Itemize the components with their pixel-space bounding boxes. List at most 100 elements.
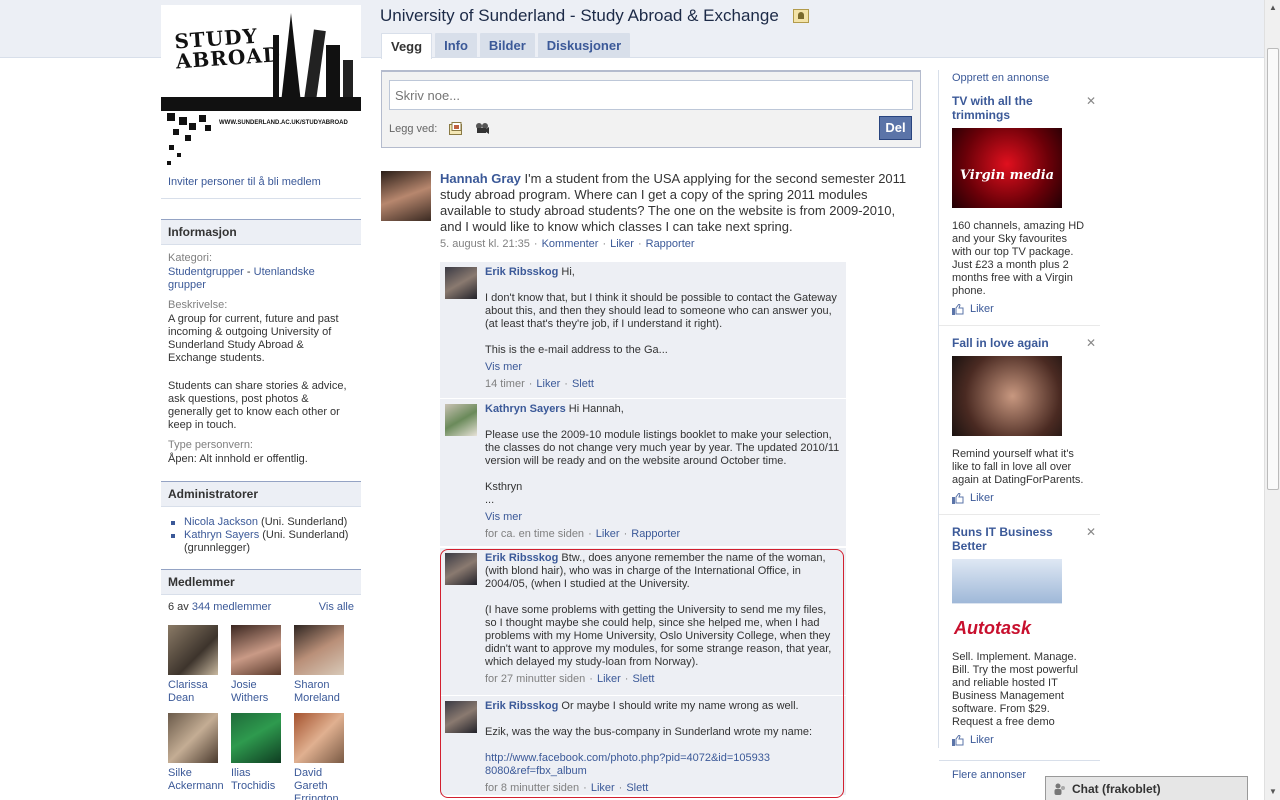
create-ad-link[interactable]: Opprett en annonse: [939, 70, 1100, 84]
chat-bar[interactable]: Chat (frakoblet): [1045, 776, 1248, 800]
attach-label: Legg ved:: [389, 122, 438, 135]
admin-link[interactable]: Kathryn Sayers: [184, 529, 259, 541]
member-photo[interactable]: [294, 713, 344, 763]
ad: TV with all the trimmings ✕ Virgin media…: [939, 84, 1100, 326]
comment-avatar[interactable]: [445, 701, 477, 733]
ad-like[interactable]: Liker: [952, 733, 1088, 746]
member-card[interactable]: Josie Withers: [231, 625, 294, 705]
comment-author-link[interactable]: Erik Ribsskog: [485, 266, 558, 278]
member-name-link[interactable]: David Gareth Errington: [294, 767, 339, 800]
close-icon[interactable]: ✕: [1086, 525, 1096, 539]
close-icon[interactable]: ✕: [1086, 94, 1096, 108]
admin-link[interactable]: Nicola Jackson: [184, 516, 258, 528]
member-card[interactable]: Sharon Moreland: [294, 625, 357, 705]
comment-delete-link[interactable]: Slett: [572, 378, 594, 390]
comment-text: Ezik, was the way the bus-company in Sun…: [485, 726, 813, 738]
page-title-row: University of Sunderland - Study Abroad …: [380, 6, 809, 26]
post-input[interactable]: [389, 80, 913, 110]
ad-title-link[interactable]: Runs IT Business Better: [952, 525, 1053, 553]
like-link[interactable]: Liker: [610, 238, 634, 250]
photo-link[interactable]: http://www.facebook.com/photo.php?pid=40…: [485, 752, 770, 777]
ad-title-link[interactable]: TV with all the trimmings: [952, 94, 1033, 122]
members-heading: Medlemmer: [161, 569, 361, 595]
tab-info[interactable]: Info: [435, 33, 477, 58]
left-column: STUDY ABROAD WWW.SUNDERLAND.AC.UK/STUDYA…: [161, 5, 361, 800]
comment-report-link[interactable]: Rapporter: [631, 528, 680, 540]
category-link-student-groups[interactable]: Studentgrupper: [168, 266, 244, 278]
tab-photos[interactable]: Bilder: [479, 33, 535, 58]
comment-like-link[interactable]: Liker: [596, 528, 620, 540]
scrollbar-thumb[interactable]: [1267, 48, 1279, 490]
logo-url: WWW.SUNDERLAND.AC.UK/STUDYABROAD: [219, 120, 348, 126]
comment-text: This is the e-mail address to the Ga...: [485, 344, 668, 356]
group-logo[interactable]: STUDY ABROAD WWW.SUNDERLAND.AC.UK/STUDYA…: [161, 5, 361, 170]
ad-title-link[interactable]: Fall in love again: [952, 336, 1049, 350]
member-photo[interactable]: [231, 713, 281, 763]
admins-list: Nicola Jackson (Uni. Sunderland) Kathryn…: [161, 507, 361, 555]
member-photo[interactable]: [294, 625, 344, 675]
see-all-members-link[interactable]: Vis alle: [319, 601, 354, 613]
member-card[interactable]: David Gareth Errington: [294, 713, 357, 800]
member-name-link[interactable]: Sharon Moreland: [294, 679, 340, 704]
comment-avatar[interactable]: [445, 267, 477, 299]
vertical-scrollbar[interactable]: ▲ ▼: [1264, 0, 1280, 800]
member-card[interactable]: Ilias Trochidis: [231, 713, 294, 800]
post-author-avatar[interactable]: [381, 171, 431, 221]
post-body: Hannah Gray I'm a student from the USA a…: [440, 171, 920, 251]
ad-like[interactable]: Liker: [952, 491, 1088, 504]
close-icon[interactable]: ✕: [1086, 336, 1096, 350]
ad-like[interactable]: Liker: [952, 302, 1088, 315]
scroll-down-icon[interactable]: ▼: [1267, 786, 1279, 798]
comment: Erik Ribsskog Or maybe I should write my…: [440, 696, 846, 796]
comment-author-link[interactable]: Kathryn Sayers: [485, 403, 566, 415]
comment-author-link[interactable]: Erik Ribsskog: [485, 552, 558, 564]
attach-row: Legg ved:: [389, 122, 490, 135]
comment-meta: for 8 minutter siden · Liker · Slett: [485, 782, 649, 794]
comment-meta: for ca. en time siden · Liker · Rapporter: [485, 528, 681, 540]
comment-like-link[interactable]: Liker: [591, 782, 615, 794]
share-button[interactable]: Del: [879, 116, 912, 140]
member-name-link[interactable]: Clarissa Dean: [168, 679, 208, 704]
member-name-link[interactable]: Josie Withers: [231, 679, 268, 704]
ad-image[interactable]: Virgin media: [952, 128, 1062, 208]
comment-author-link[interactable]: Erik Ribsskog: [485, 700, 558, 712]
members-count-link[interactable]: 344 medlemmer: [192, 601, 271, 613]
ad-text: Remind yourself what it's like to fall i…: [952, 448, 1084, 486]
member-photo[interactable]: [168, 713, 218, 763]
category-label: Kategori:: [168, 252, 213, 264]
ad-image[interactable]: Autotask: [952, 559, 1062, 639]
report-link[interactable]: Rapporter: [646, 238, 695, 250]
post-author-link[interactable]: Hannah Gray: [440, 171, 521, 186]
thumbs-up-icon: [952, 733, 964, 746]
comment-like-link[interactable]: Liker: [536, 378, 560, 390]
member-name-link[interactable]: Ilias Trochidis: [231, 767, 275, 792]
member-card[interactable]: Silke Ackermann: [168, 713, 231, 800]
member-photo[interactable]: [168, 625, 218, 675]
see-more-link[interactable]: Vis mer: [485, 361, 840, 374]
tab-wall[interactable]: Vegg: [381, 33, 433, 59]
ad-image[interactable]: [952, 356, 1062, 436]
member-card[interactable]: Clarissa Dean: [168, 625, 231, 705]
page-tabs: Vegg Info Bilder Diskusjoner: [381, 33, 633, 59]
comments-list: Erik Ribsskog Hi, I don't know that, but…: [440, 262, 846, 796]
tab-discussions[interactable]: Diskusjoner: [537, 33, 631, 58]
see-more-link[interactable]: Vis mer: [485, 511, 840, 524]
invite-members-link[interactable]: Inviter personer til å bli medlem: [161, 170, 361, 192]
comment-link[interactable]: Kommenter: [542, 238, 599, 250]
ad: Runs IT Business Better ✕ Autotask Sell.…: [939, 515, 1100, 756]
ads-column: Opprett en annonse TV with all the trimm…: [938, 70, 1100, 781]
description-p2: Students can share stories & advice, ask…: [168, 380, 347, 431]
chat-label: Chat (frakoblet): [1072, 781, 1161, 796]
scroll-up-icon[interactable]: ▲: [1267, 2, 1279, 14]
member-photo[interactable]: [231, 625, 281, 675]
comment-like-link[interactable]: Liker: [597, 673, 621, 685]
photo-attach-icon[interactable]: [449, 122, 463, 135]
comment-avatar[interactable]: [445, 404, 477, 436]
comment-delete-link[interactable]: Slett: [626, 782, 648, 794]
comment-avatar[interactable]: [445, 553, 477, 585]
privacy-label: Type personvern:: [168, 439, 253, 451]
comment-delete-link[interactable]: Slett: [632, 673, 654, 685]
member-name-link[interactable]: Silke Ackermann: [168, 767, 224, 792]
video-attach-icon[interactable]: [475, 122, 490, 135]
status-composer: Legg ved: Del: [381, 70, 921, 148]
